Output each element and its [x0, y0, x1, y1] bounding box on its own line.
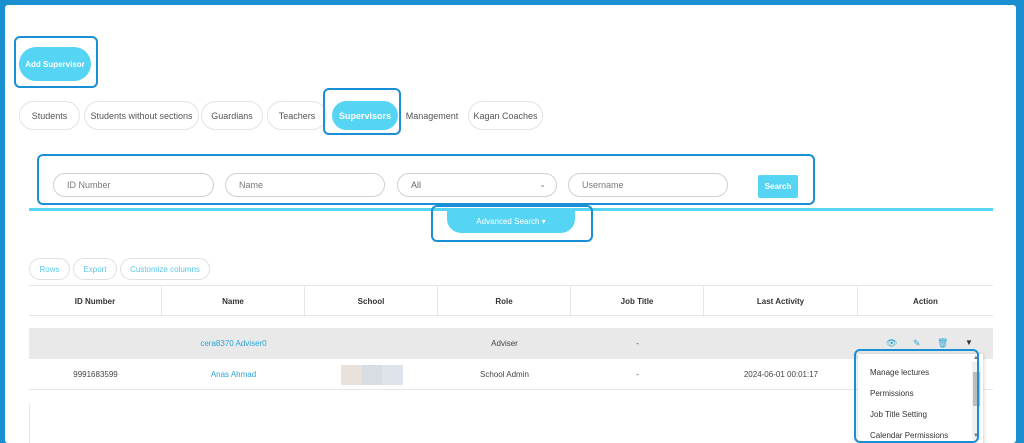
column-header-id[interactable]: ID Number	[29, 286, 162, 317]
cell-id: 9991683599	[73, 370, 118, 379]
tab-management[interactable]: Management	[402, 101, 462, 130]
id-number-field[interactable]	[67, 180, 213, 190]
cell-role: Adviser	[491, 339, 518, 348]
column-header-name[interactable]: Name	[162, 286, 305, 317]
cell-last-activity: 2024-06-01 00:01:17	[743, 370, 819, 379]
tab-teachers[interactable]: Teachers	[267, 101, 327, 130]
school-logo-blurred	[340, 364, 403, 385]
app-frame: Add Supervisor Students Students without…	[5, 5, 1016, 443]
column-header-last-activity[interactable]: Last Activity	[704, 286, 858, 317]
name-input[interactable]	[225, 173, 385, 197]
username-input[interactable]	[568, 173, 728, 197]
cell-name-link[interactable]: cera8370 Adviser0	[162, 328, 305, 359]
customize-columns-button[interactable]: Customize columns	[120, 258, 210, 280]
eye-icon[interactable]: 👁	[886, 338, 897, 349]
tab-students-without-sections[interactable]: Students without sections	[84, 101, 199, 130]
cell-last-activity	[704, 328, 858, 359]
chevron-down-icon: ⌄	[539, 180, 546, 189]
cell-school	[305, 359, 438, 390]
export-button[interactable]: Export	[73, 258, 117, 280]
cell-id	[29, 328, 162, 359]
role-select-value: All	[411, 180, 422, 190]
cell-school	[305, 328, 438, 359]
highlight-advanced-search	[431, 205, 593, 242]
cell-name-link[interactable]: Anas Ahmad	[162, 359, 305, 390]
cell-role: School Admin	[480, 370, 529, 379]
cell-job-title: -	[636, 370, 639, 379]
rows-button[interactable]: Rows	[29, 258, 70, 280]
tab-kagan-coaches[interactable]: Kagan Coaches	[468, 101, 543, 130]
pencil-icon[interactable]: ✎	[913, 338, 921, 349]
id-number-input[interactable]	[53, 173, 214, 197]
table-row[interactable]: cera8370 Adviser0 Adviser - 👁 ✎ 🗑 ▼	[29, 328, 993, 359]
caret-down-icon[interactable]: ▼	[965, 338, 973, 347]
table-left-border	[29, 404, 30, 443]
role-select[interactable]: All ⌄	[397, 173, 557, 197]
trash-icon[interactable]: 🗑	[937, 338, 948, 349]
tab-guardians[interactable]: Guardians	[201, 101, 263, 130]
search-button[interactable]: Search	[758, 175, 798, 198]
table-row[interactable]: 9991683599 Anas Ahmad School Admin - 202…	[29, 359, 993, 390]
tab-supervisors[interactable]: Supervisors	[332, 101, 398, 130]
column-header-role[interactable]: Role	[438, 286, 571, 317]
name-field[interactable]	[239, 180, 384, 190]
table-header: ID Number Name School Role Job Title Las…	[29, 285, 993, 317]
add-supervisor-button[interactable]: Add Supervisor	[19, 47, 91, 81]
column-header-action: Action	[913, 297, 938, 306]
cell-job-title: -	[636, 339, 639, 348]
username-field[interactable]	[582, 180, 727, 190]
column-header-school[interactable]: School	[305, 286, 438, 317]
highlight-dropdown	[854, 349, 979, 443]
tab-students[interactable]: Students	[19, 101, 80, 130]
column-header-job-title[interactable]: Job Title	[571, 286, 704, 317]
